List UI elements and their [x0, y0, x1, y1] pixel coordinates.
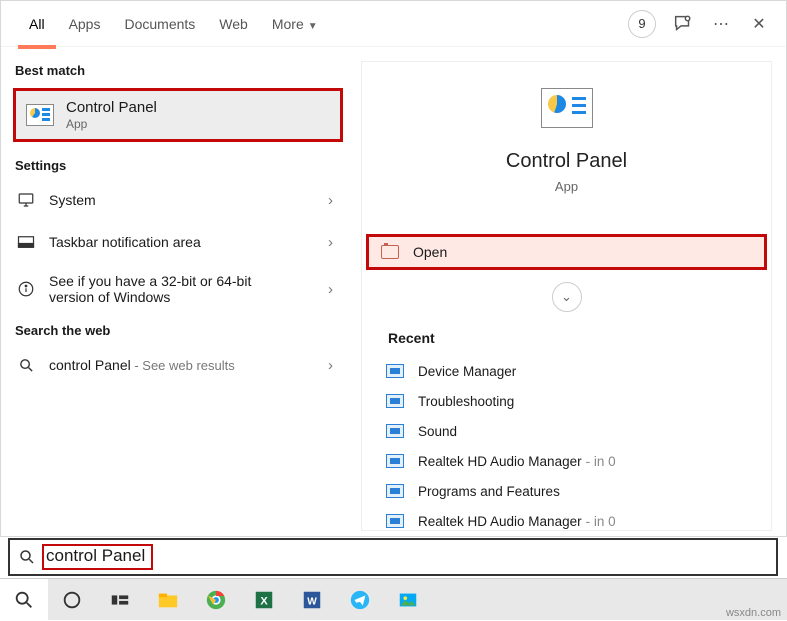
search-web-suffix: - See web results — [131, 358, 235, 373]
search-web-header: Search the web — [1, 315, 351, 344]
preview-pane: Control Panel App Open ⌄ Recent Device M… — [351, 47, 786, 536]
recent-item[interactable]: Realtek HD Audio Manager - in 0 — [362, 506, 771, 536]
chevron-down-icon: ▼ — [308, 21, 318, 32]
chevron-right-icon: › — [328, 281, 333, 298]
chevron-right-icon: › — [328, 192, 333, 209]
open-label: Open — [413, 244, 447, 260]
recent-item-label: Troubleshooting — [418, 394, 514, 409]
tab-more[interactable]: More ▼ — [260, 1, 330, 47]
taskbar-telegram-icon[interactable] — [336, 579, 384, 621]
taskbar-chrome-icon[interactable] — [192, 579, 240, 621]
best-match-control-panel[interactable]: Control Panel App — [13, 88, 343, 142]
recent-item-label: Device Manager — [418, 364, 516, 379]
preview-title: Control Panel — [362, 150, 771, 173]
info-icon — [15, 280, 37, 298]
search-icon — [10, 548, 44, 566]
settings-system-label: System — [49, 192, 96, 208]
more-options-icon[interactable]: ⋯ — [710, 13, 732, 35]
settings-header: Settings — [1, 150, 351, 179]
svg-text:X: X — [260, 595, 268, 607]
taskbar-taskview-button[interactable] — [96, 579, 144, 621]
recent-item-label: Sound — [418, 424, 457, 439]
settings-system[interactable]: System › — [1, 179, 351, 221]
app-icon — [386, 424, 404, 438]
recent-item-label: Realtek HD Audio Manager — [418, 514, 582, 529]
search-bar[interactable]: control Panel — [8, 538, 778, 576]
search-web-query: control Panel — [49, 357, 131, 373]
recent-item-suffix: - in 0 — [586, 514, 616, 529]
recent-item-suffix: - in 0 — [586, 454, 616, 469]
header-actions: 9 ⋯ ✕ — [628, 10, 776, 38]
feedback-icon[interactable] — [672, 13, 694, 35]
taskbar-explorer-icon[interactable] — [144, 579, 192, 621]
tab-apps[interactable]: Apps — [57, 1, 113, 47]
taskbar-cortana-button[interactable] — [48, 579, 96, 621]
settings-taskbar-label: Taskbar notification area — [49, 234, 201, 250]
settings-taskbar-area[interactable]: Taskbar notification area › — [1, 221, 351, 263]
taskbar-search-button[interactable] — [0, 579, 48, 621]
taskbar-photos-icon[interactable] — [384, 579, 432, 621]
best-match-subtitle: App — [66, 117, 157, 131]
tab-all[interactable]: All — [17, 1, 57, 47]
rewards-badge[interactable]: 9 — [628, 10, 656, 38]
tab-web[interactable]: Web — [207, 1, 260, 47]
recent-item[interactable]: Sound — [362, 416, 771, 446]
search-panel: All Apps Documents Web More ▼ 9 ⋯ ✕ Best … — [0, 0, 787, 537]
svg-text:W: W — [307, 596, 317, 607]
watermark: wsxdn.com — [726, 607, 781, 619]
chevron-right-icon: › — [328, 357, 333, 374]
active-tab-indicator — [18, 45, 56, 49]
tab-documents[interactable]: Documents — [112, 1, 207, 47]
recent-item[interactable]: Troubleshooting — [362, 386, 771, 416]
close-icon[interactable]: ✕ — [748, 13, 770, 35]
app-icon — [386, 394, 404, 408]
search-web-item[interactable]: control Panel - See web results › — [1, 344, 351, 386]
app-icon — [386, 364, 404, 378]
tab-bar: All Apps Documents Web More ▼ 9 ⋯ ✕ — [1, 1, 786, 47]
app-icon — [386, 454, 404, 468]
preview-card: Control Panel App Open ⌄ Recent Device M… — [361, 61, 772, 531]
tab-more-label: More — [272, 16, 304, 32]
taskbar: X W — [0, 578, 787, 620]
open-action[interactable]: Open — [366, 234, 767, 270]
best-match-header: Best match — [1, 55, 351, 84]
recent-item-label: Realtek HD Audio Manager — [418, 454, 582, 469]
taskbar-icon — [15, 233, 37, 251]
control-panel-large-icon — [541, 88, 593, 128]
expand-button[interactable]: ⌄ — [552, 282, 582, 312]
search-icon — [15, 357, 37, 374]
results-left-column: Best match Control Panel App Settings Sy… — [1, 47, 351, 536]
taskbar-excel-icon[interactable]: X — [240, 579, 288, 621]
settings-bit-label: See if you have a 32-bit or 64-bit versi… — [49, 273, 299, 305]
open-icon — [381, 245, 399, 259]
app-icon — [386, 514, 404, 528]
settings-bit-version[interactable]: See if you have a 32-bit or 64-bit versi… — [1, 263, 351, 315]
monitor-icon — [15, 191, 37, 209]
recent-item-label: Programs and Features — [418, 484, 560, 499]
control-panel-icon — [26, 104, 54, 126]
recent-item[interactable]: Realtek HD Audio Manager - in 0 — [362, 446, 771, 476]
best-match-title: Control Panel — [66, 99, 157, 116]
recent-item[interactable]: Programs and Features — [362, 476, 771, 506]
recent-header: Recent — [362, 312, 771, 356]
chevron-right-icon: › — [328, 234, 333, 251]
recent-item[interactable]: Device Manager — [362, 356, 771, 386]
preview-subtitle: App — [362, 179, 771, 194]
taskbar-word-icon[interactable]: W — [288, 579, 336, 621]
search-input-text[interactable]: control Panel — [42, 544, 153, 570]
app-icon — [386, 484, 404, 498]
